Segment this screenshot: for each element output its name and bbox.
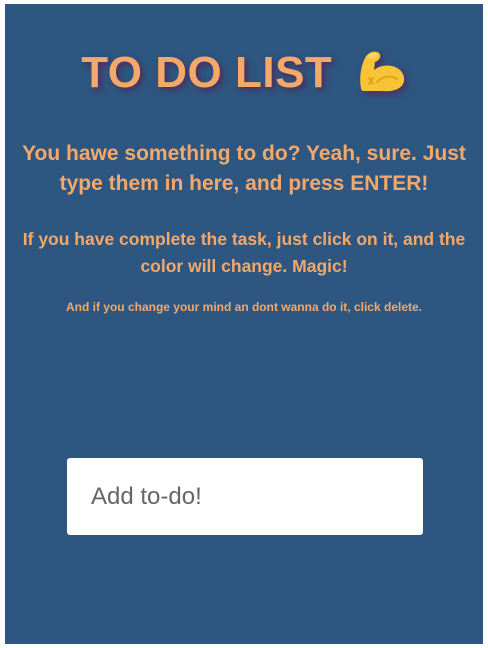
app-container: TO DO LIST You hawe something to do? Yea… [5, 4, 483, 644]
flexed-biceps-icon [355, 48, 407, 94]
add-todo-input[interactable] [67, 458, 423, 535]
complete-instruction-text: If you have complete the task, just clic… [22, 229, 466, 276]
page-title: TO DO LIST [81, 48, 333, 97]
intro-text: You hawe something to do? Yeah, sure. Ju… [22, 142, 466, 195]
delete-instruction-text: And if you change your mind an dont wann… [65, 300, 423, 314]
header: TO DO LIST [5, 48, 483, 98]
